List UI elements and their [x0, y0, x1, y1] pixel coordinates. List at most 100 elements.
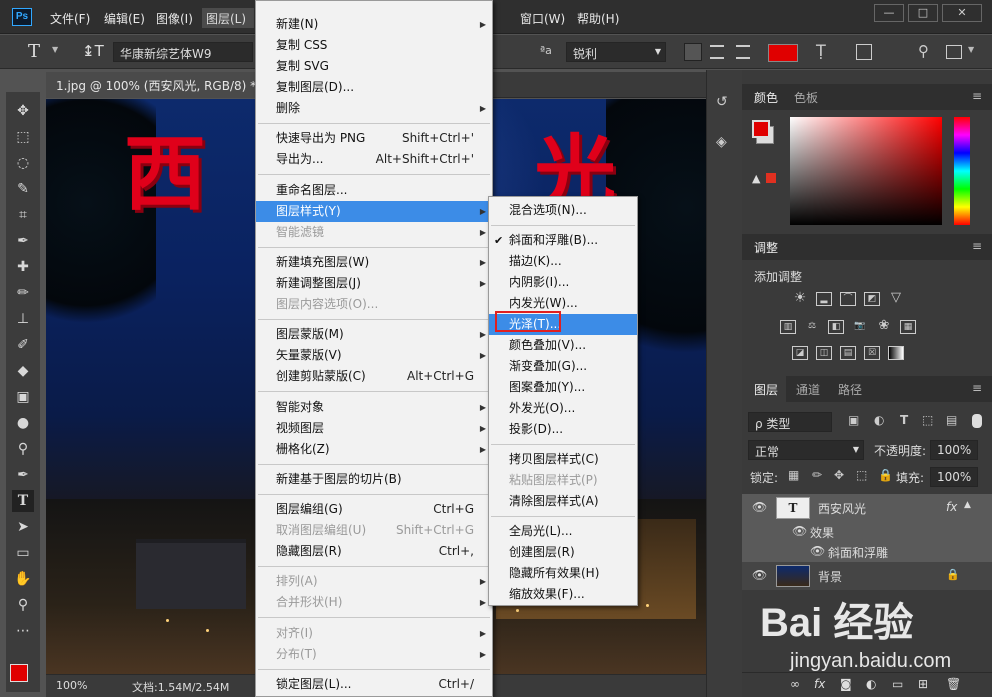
- eraser-tool-icon[interactable]: ◆: [12, 360, 34, 382]
- layer-filter-select[interactable]: ρ 类型: [748, 412, 832, 432]
- history-brush-tool-icon[interactable]: ✐: [12, 334, 34, 356]
- blend-mode-select[interactable]: 正常 ▼: [748, 440, 864, 460]
- photo-filter-icon[interactable]: 📷: [852, 320, 868, 334]
- layer-menu-item[interactable]: 图层蒙版(M) ▶: [256, 324, 492, 345]
- tab-paths[interactable]: 路径: [838, 381, 862, 398]
- layer-menu-item[interactable]: 删除 ▶: [256, 98, 492, 119]
- foreground-color-swatch[interactable]: [10, 664, 28, 682]
- gradient-tool-icon[interactable]: ▣: [12, 386, 34, 408]
- rectangle-tool-icon[interactable]: ▭: [12, 542, 34, 564]
- tab-channels[interactable]: 通道: [796, 381, 820, 398]
- posterize-icon[interactable]: ◫: [816, 346, 832, 360]
- 3d-panel-icon[interactable]: ◈: [716, 134, 734, 152]
- filter-shape-icon[interactable]: ⬚: [922, 413, 933, 427]
- pen-tool-icon[interactable]: ✒: [12, 464, 34, 486]
- more-tools-icon[interactable]: ⋯: [12, 620, 34, 642]
- new-layer-icon[interactable]: ⊞: [918, 677, 928, 691]
- align-center-icon[interactable]: [710, 45, 724, 59]
- text-orientation-icon[interactable]: ↨T: [82, 42, 104, 60]
- visibility-eye-icon[interactable]: 👁: [792, 524, 807, 538]
- search-icon[interactable]: ⚲: [918, 42, 929, 60]
- workspace-icon[interactable]: [946, 45, 962, 59]
- style-menu-item[interactable]: 清除图层样式(A): [489, 491, 637, 512]
- filter-type-icon[interactable]: T: [900, 413, 908, 427]
- character-panel-icon[interactable]: [856, 44, 872, 60]
- layer-effect-bevel-row[interactable]: 👁 斜面和浮雕: [742, 542, 992, 562]
- style-menu-item[interactable]: 混合选项(N)...: [489, 200, 637, 221]
- crop-tool-icon[interactable]: ⌗: [12, 204, 34, 226]
- threshold-icon[interactable]: ▤: [840, 346, 856, 360]
- layer-menu-item[interactable]: 快速导出为 PNG Shift+Ctrl+': [256, 128, 492, 149]
- lock-image-icon[interactable]: ✏: [812, 468, 822, 482]
- zoom-level[interactable]: 100%: [56, 679, 87, 692]
- history-panel-icon[interactable]: ↺: [716, 94, 734, 112]
- restore-button[interactable]: □: [908, 4, 938, 22]
- marquee-tool-icon[interactable]: ⬚: [12, 126, 34, 148]
- lasso-tool-icon[interactable]: ◌: [12, 152, 34, 174]
- path-select-tool-icon[interactable]: ➤: [12, 516, 34, 538]
- layer-row-text[interactable]: 👁 T 西安风光 fx ▲: [742, 494, 992, 522]
- hue-slider[interactable]: [954, 117, 970, 225]
- layer-menu-item[interactable]: 导出为... Alt+Shift+Ctrl+': [256, 149, 492, 170]
- style-menu-item[interactable]: 颜色叠加(V)...: [489, 335, 637, 356]
- filter-smart-icon[interactable]: ▤: [946, 413, 957, 427]
- eyedropper-tool-icon[interactable]: ✒: [12, 230, 34, 252]
- lock-position-icon[interactable]: ✥: [834, 468, 844, 482]
- color-picker-field[interactable]: [790, 117, 942, 225]
- black-white-icon[interactable]: ◧: [828, 320, 844, 334]
- visibility-eye-icon[interactable]: 👁: [752, 568, 767, 582]
- menu-file[interactable]: 文件(F): [50, 10, 90, 27]
- healing-brush-tool-icon[interactable]: ✚: [12, 256, 34, 278]
- gradient-map-icon[interactable]: [888, 346, 904, 360]
- filter-pixel-icon[interactable]: ▣: [848, 413, 859, 427]
- layer-menu-item[interactable]: 重命名图层...: [256, 180, 492, 201]
- align-left-icon[interactable]: [684, 43, 702, 61]
- text-color-swatch[interactable]: [768, 44, 798, 62]
- gamut-warning-icon[interactable]: ▲: [752, 172, 760, 185]
- align-right-icon[interactable]: [736, 45, 750, 59]
- layer-menu-item[interactable]: 智能对象 ▶: [256, 397, 492, 418]
- layer-menu-item[interactable]: 新建(N) ▶: [256, 14, 492, 35]
- tab-color[interactable]: 颜色: [754, 89, 778, 106]
- layer-fx-badge[interactable]: fx: [946, 500, 957, 514]
- fill-input[interactable]: 100%: [930, 467, 978, 487]
- layer-menu-item[interactable]: 复制图层(D)...: [256, 77, 492, 98]
- layer-menu-item[interactable]: 隐藏图层(R) Ctrl+,: [256, 541, 492, 562]
- warp-text-icon[interactable]: Ṭ: [816, 41, 826, 60]
- minimize-button[interactable]: —: [874, 4, 904, 22]
- close-window-button[interactable]: ✕: [942, 4, 982, 22]
- levels-icon[interactable]: ▂: [816, 292, 832, 306]
- panel-menu-icon[interactable]: ≡: [972, 381, 982, 395]
- tab-swatches[interactable]: 色板: [794, 89, 818, 106]
- stamp-tool-icon[interactable]: ⊥: [12, 308, 34, 330]
- layer-menu-item[interactable]: 复制 SVG: [256, 56, 492, 77]
- style-menu-item[interactable]: 渐变叠加(G)...: [489, 356, 637, 377]
- invert-icon[interactable]: ◪: [792, 346, 808, 360]
- filter-adjustment-icon[interactable]: ◐: [874, 413, 884, 427]
- menu-window[interactable]: 窗口(W): [520, 10, 565, 27]
- menu-edit[interactable]: 编辑(E): [104, 10, 145, 27]
- add-style-icon[interactable]: fx: [814, 677, 825, 691]
- quick-select-tool-icon[interactable]: ✎: [12, 178, 34, 200]
- menu-help[interactable]: 帮助(H): [577, 10, 619, 27]
- style-menu-item[interactable]: 外发光(O)...: [489, 398, 637, 419]
- new-group-icon[interactable]: ▭: [892, 677, 903, 691]
- text-tool-preset-icon[interactable]: T: [28, 41, 40, 62]
- brush-tool-icon[interactable]: ✏: [12, 282, 34, 304]
- delete-layer-icon[interactable]: 🗑: [946, 677, 961, 691]
- color-balance-icon[interactable]: ⚖: [804, 320, 820, 334]
- filter-toggle[interactable]: [972, 414, 982, 428]
- layer-menu-item[interactable]: 视频图层 ▶: [256, 418, 492, 439]
- curves-icon[interactable]: ⌒: [840, 292, 856, 306]
- layer-menu-item[interactable]: 栅格化(Z) ▶: [256, 439, 492, 460]
- color-lookup-icon[interactable]: ▦: [900, 320, 916, 334]
- panel-menu-icon[interactable]: ≡: [972, 239, 982, 253]
- vibrance-icon[interactable]: ▽: [888, 291, 904, 306]
- style-menu-item[interactable]: 内阴影(I)...: [489, 272, 637, 293]
- anti-alias-select[interactable]: 锐利 ▼: [566, 42, 666, 62]
- exposure-icon[interactable]: ◩: [864, 292, 880, 306]
- style-menu-item[interactable]: 创建图层(R): [489, 542, 637, 563]
- type-tool-icon[interactable]: T: [12, 490, 34, 512]
- hue-saturation-icon[interactable]: ▥: [780, 320, 796, 334]
- style-menu-item[interactable]: 拷贝图层样式(C): [489, 449, 637, 470]
